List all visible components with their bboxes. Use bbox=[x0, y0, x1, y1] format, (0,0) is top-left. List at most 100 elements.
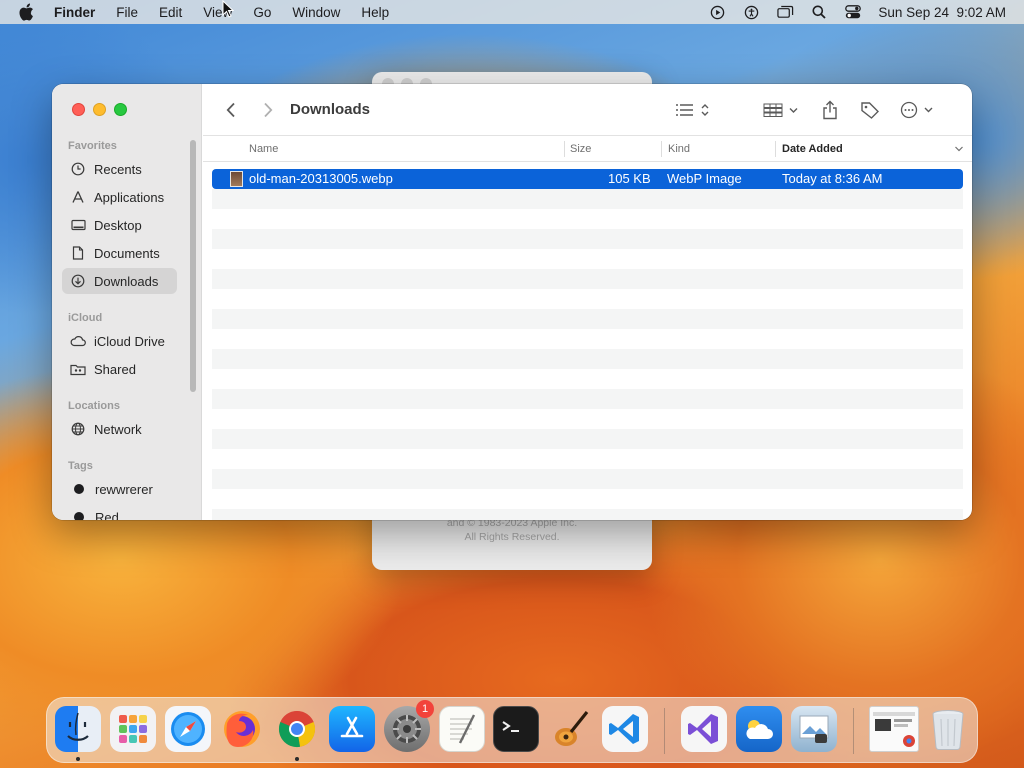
empty-row bbox=[212, 189, 963, 209]
dock-weather-icon[interactable] bbox=[736, 706, 782, 752]
zoom-button[interactable] bbox=[114, 103, 127, 116]
dock-minimized-window-thumbnail[interactable] bbox=[869, 706, 919, 752]
dock-launchpad-icon[interactable] bbox=[110, 706, 156, 752]
sidebar-item-applications[interactable]: Applications bbox=[62, 184, 177, 210]
dock-preview-icon[interactable] bbox=[791, 706, 837, 752]
sidebar-item-shared[interactable]: Shared bbox=[62, 356, 177, 382]
sidebar-label-tag-rewwrerer: rewwrerer bbox=[95, 481, 153, 497]
share-button[interactable] bbox=[819, 98, 841, 122]
dock-visual-studio-icon[interactable] bbox=[681, 706, 727, 752]
column-kind[interactable]: Kind bbox=[668, 143, 690, 155]
file-kind: WebP Image bbox=[667, 171, 742, 186]
dock-textedit-icon[interactable] bbox=[439, 706, 485, 752]
empty-row bbox=[212, 269, 963, 289]
window-title: Downloads bbox=[290, 101, 371, 118]
forward-button[interactable] bbox=[258, 98, 278, 122]
dock-garageband-icon[interactable] bbox=[547, 706, 593, 752]
sidebar-label-icloud-drive: iCloud Drive bbox=[94, 333, 165, 349]
sidebar-section-tags: Tags bbox=[68, 460, 93, 472]
cloud-icon bbox=[70, 333, 86, 349]
empty-row bbox=[212, 509, 963, 520]
control-center-icon[interactable] bbox=[844, 3, 862, 21]
menu-window[interactable]: Window bbox=[292, 5, 340, 20]
sidebar-item-desktop[interactable]: Desktop bbox=[62, 212, 177, 238]
document-icon bbox=[70, 245, 86, 261]
dock-separator bbox=[853, 708, 854, 754]
running-indicator bbox=[295, 757, 299, 761]
column-header: Name Size Kind Date Added bbox=[203, 136, 972, 162]
shared-folder-icon bbox=[70, 361, 86, 377]
webp-image-icon bbox=[230, 171, 243, 187]
sidebar-label-recents: Recents bbox=[94, 161, 142, 177]
sidebar-item-network[interactable]: Network bbox=[62, 416, 177, 442]
file-size: 105 KB bbox=[608, 171, 651, 186]
menu-go[interactable]: Go bbox=[253, 5, 271, 20]
sidebar-label-desktop: Desktop bbox=[94, 217, 142, 233]
running-indicator bbox=[76, 757, 80, 761]
sort-chevron-down-icon[interactable] bbox=[954, 144, 964, 156]
sidebar-section-favorites: Favorites bbox=[68, 140, 117, 152]
sidebar-item-icloud-drive[interactable]: iCloud Drive bbox=[62, 328, 177, 354]
dock-app-store-icon[interactable] bbox=[329, 706, 375, 752]
accessibility-icon[interactable] bbox=[742, 3, 760, 21]
menu-app-finder[interactable]: Finder bbox=[54, 5, 95, 20]
sidebar-item-documents[interactable]: Documents bbox=[62, 240, 177, 266]
sidebar-item-downloads[interactable]: Downloads bbox=[62, 268, 177, 294]
dock-chrome-icon[interactable] bbox=[274, 706, 320, 752]
sidebar-section-locations: Locations bbox=[68, 400, 120, 412]
spotlight-icon[interactable] bbox=[810, 3, 828, 21]
copyright-line-2: All Rights Reserved. bbox=[464, 531, 560, 543]
menu-help[interactable]: Help bbox=[361, 5, 389, 20]
column-size[interactable]: Size bbox=[570, 143, 591, 155]
sidebar-item-tag-rewwrerer[interactable]: rewwrerer bbox=[62, 476, 177, 502]
desktop-icon bbox=[70, 217, 86, 233]
globe-icon bbox=[70, 421, 86, 437]
sidebar-section-icloud: iCloud bbox=[68, 312, 103, 324]
apple-menu-icon[interactable] bbox=[18, 3, 36, 21]
chevron-right-icon bbox=[264, 102, 273, 118]
close-button[interactable] bbox=[72, 103, 85, 116]
group-button[interactable] bbox=[763, 98, 801, 122]
window-controls bbox=[72, 103, 127, 116]
empty-row bbox=[212, 309, 963, 329]
more-actions-button[interactable] bbox=[900, 98, 936, 122]
tag-icon bbox=[861, 102, 879, 119]
screen-mirroring-icon[interactable] bbox=[776, 3, 794, 21]
copyright-text: and © 1983-2023 Apple Inc. All Rights Re… bbox=[372, 516, 652, 544]
file-list: Name Size Kind Date Added old-man-203130… bbox=[203, 136, 972, 520]
dock-separator bbox=[664, 708, 665, 754]
dock-trash-icon[interactable] bbox=[925, 706, 971, 752]
file-date-added: Today at 8:36 AM bbox=[782, 171, 883, 186]
column-name[interactable]: Name bbox=[249, 143, 278, 155]
file-name: old-man-20313005.webp bbox=[249, 171, 393, 186]
sidebar-item-tag-red[interactable]: Red bbox=[62, 504, 177, 520]
grid-group-icon bbox=[763, 103, 798, 117]
dock-safari-icon[interactable] bbox=[165, 706, 211, 752]
menu-file[interactable]: File bbox=[116, 5, 138, 20]
dock-firefox-icon[interactable] bbox=[219, 706, 265, 752]
menubar-clock[interactable]: Sun Sep 24 9:02 AM bbox=[878, 5, 1006, 20]
dock-finder-icon[interactable] bbox=[55, 706, 101, 752]
sidebar-label-shared: Shared bbox=[94, 361, 136, 377]
minimize-button[interactable] bbox=[93, 103, 106, 116]
tag-button[interactable] bbox=[859, 98, 881, 122]
download-icon bbox=[70, 273, 86, 289]
sidebar-label-downloads: Downloads bbox=[94, 273, 159, 289]
dock-vscode-icon[interactable] bbox=[602, 706, 648, 752]
dock-system-settings-icon[interactable]: 1 bbox=[384, 700, 434, 752]
dock-terminal-icon[interactable] bbox=[493, 706, 539, 752]
back-button[interactable] bbox=[221, 98, 241, 122]
menu-edit[interactable]: Edit bbox=[159, 5, 182, 20]
table-row[interactable]: old-man-20313005.webp 105 KB WebP Image … bbox=[212, 169, 963, 189]
ellipsis-circle-icon bbox=[900, 101, 933, 119]
column-date-added[interactable]: Date Added bbox=[782, 143, 843, 155]
sidebar-item-recents[interactable]: Recents bbox=[62, 156, 177, 182]
screen-record-icon[interactable] bbox=[708, 3, 726, 21]
sidebar-scrollbar[interactable] bbox=[190, 140, 196, 392]
clock-icon bbox=[70, 161, 86, 177]
sidebar-label-network: Network bbox=[94, 421, 142, 437]
empty-row bbox=[212, 229, 963, 249]
mouse-cursor-icon bbox=[222, 0, 235, 18]
applications-icon bbox=[70, 189, 86, 205]
view-options-button[interactable] bbox=[673, 98, 711, 122]
